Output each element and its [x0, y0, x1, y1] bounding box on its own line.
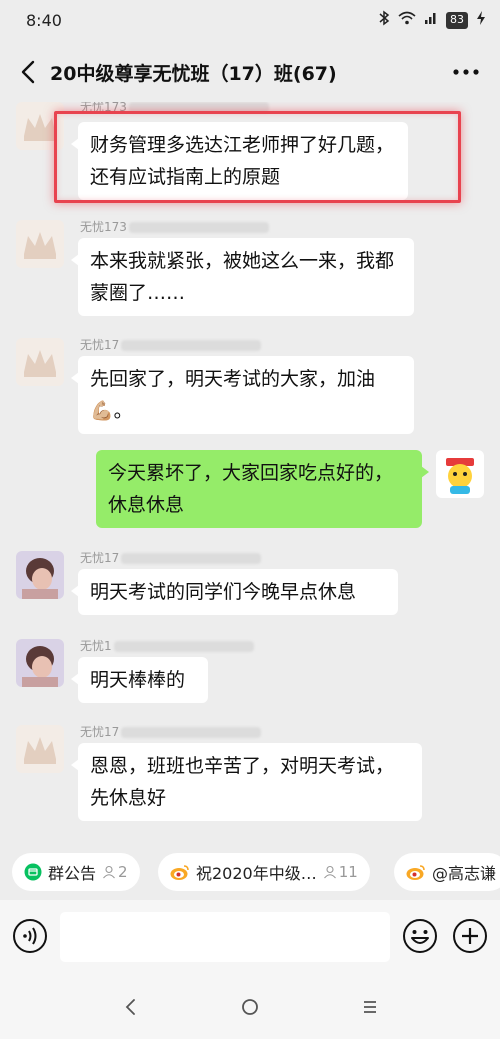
- message-bubble[interactable]: 本来我就紧张，被她这么一来，我都蒙圈了……: [71, 238, 414, 316]
- message-bubble[interactable]: 明天考试的同学们今晚早点休息: [71, 569, 398, 615]
- nav-menu-button[interactable]: [355, 992, 385, 1022]
- sender-name: 无忧17: [80, 549, 262, 566]
- wifi-icon: [398, 11, 416, 29]
- home-circle-icon: [242, 999, 258, 1015]
- sender-name: 无忧1: [80, 637, 254, 654]
- bluetooth-icon: [378, 10, 390, 30]
- chat-title: 20中级尊享无忧班（17）班(67): [50, 63, 337, 85]
- group-shortcut-bar: 群公告 2 祝2020年中级… 11 @高志谦: [0, 844, 500, 900]
- smiley-icon: [403, 919, 437, 953]
- voice-input-button[interactable]: [12, 918, 48, 954]
- avatar[interactable]: [16, 220, 64, 268]
- chip-label: 祝2020年中级…: [196, 864, 317, 883]
- weibo-icon: [406, 865, 425, 880]
- avatar[interactable]: [16, 725, 64, 773]
- message-item: 无忧17 明天考试的同学们今晚早点休息: [0, 547, 500, 627]
- weibo-icon: [170, 865, 189, 880]
- highlight-box: [54, 111, 461, 203]
- chevron-left-icon: [21, 60, 35, 84]
- back-button[interactable]: [10, 54, 46, 90]
- pinned-topic-chip[interactable]: 祝2020年中级… 11: [158, 853, 370, 891]
- message-item: 无忧173 本来我就紧张，被她这么一来，我都蒙圈了……: [0, 216, 500, 326]
- plus-circle-icon: [453, 919, 487, 953]
- sender-name: 无忧173: [80, 218, 269, 235]
- status-bar: 8:40 83: [0, 0, 500, 42]
- mention-chip[interactable]: @高志谦: [394, 853, 500, 891]
- message-input[interactable]: [60, 912, 390, 962]
- more-options-button[interactable]: [446, 54, 486, 90]
- more-actions-button[interactable]: [452, 918, 488, 954]
- message-item: 无忧17 先回家了，明天考试的大家，加油💪🏼。: [0, 334, 500, 444]
- notice-icon: [24, 863, 42, 881]
- message-item: 今天累坏了，大家回家吃点好的，休息休息: [0, 450, 500, 540]
- status-time: 8:40: [26, 11, 62, 30]
- message-item: 无忧17 恩恩，班班也辛苦了，对明天考试，先休息好: [0, 721, 500, 841]
- avatar[interactable]: [16, 338, 64, 386]
- nav-home-button[interactable]: [235, 992, 265, 1022]
- avatar[interactable]: [16, 551, 64, 599]
- menu-lines-icon: [364, 1001, 376, 1013]
- emoji-button[interactable]: [402, 918, 438, 954]
- message-bubble[interactable]: 恩恩，班班也辛苦了，对明天考试，先休息好: [71, 743, 422, 821]
- sender-name: 无忧17: [80, 723, 262, 740]
- message-bubble[interactable]: 先回家了，明天考试的大家，加油💪🏼。: [71, 356, 414, 434]
- charging-icon: [476, 10, 486, 30]
- nav-back-button[interactable]: [115, 992, 145, 1022]
- chip-label: 群公告: [48, 864, 97, 883]
- person-icon: [323, 865, 336, 879]
- message-bubble-self[interactable]: 今天累坏了，大家回家吃点好的，休息休息: [96, 450, 429, 528]
- group-notice-chip[interactable]: 群公告 2: [12, 853, 140, 891]
- message-list[interactable]: 无忧173 财务管理多选达江老师押了好几题，还有应试指南上的原题 无忧173 本…: [0, 102, 500, 844]
- input-bar: [0, 900, 500, 972]
- battery-indicator: 83: [446, 11, 468, 29]
- chip-count: 2: [102, 863, 128, 881]
- voice-icon: [13, 919, 47, 953]
- chevron-left-icon: [125, 999, 135, 1015]
- status-icons: 83: [378, 10, 486, 30]
- signal-icon: [424, 11, 438, 29]
- avatar-self[interactable]: [436, 450, 484, 498]
- chat-header: 20中级尊享无忧班（17）班(67): [0, 42, 500, 102]
- sender-name: 无忧17: [80, 336, 262, 353]
- person-icon: [103, 865, 115, 879]
- system-nav-bar: [0, 972, 500, 1039]
- more-dots-icon: [453, 69, 479, 75]
- chip-label: @高志谦: [432, 864, 497, 883]
- message-item: 无忧173 财务管理多选达江老师押了好几题，还有应试指南上的原题: [0, 102, 500, 210]
- avatar[interactable]: [16, 639, 64, 687]
- chip-count: 11: [323, 863, 358, 881]
- message-bubble[interactable]: 明天棒棒的: [71, 657, 208, 703]
- message-item: 无忧1 明天棒棒的: [0, 635, 500, 715]
